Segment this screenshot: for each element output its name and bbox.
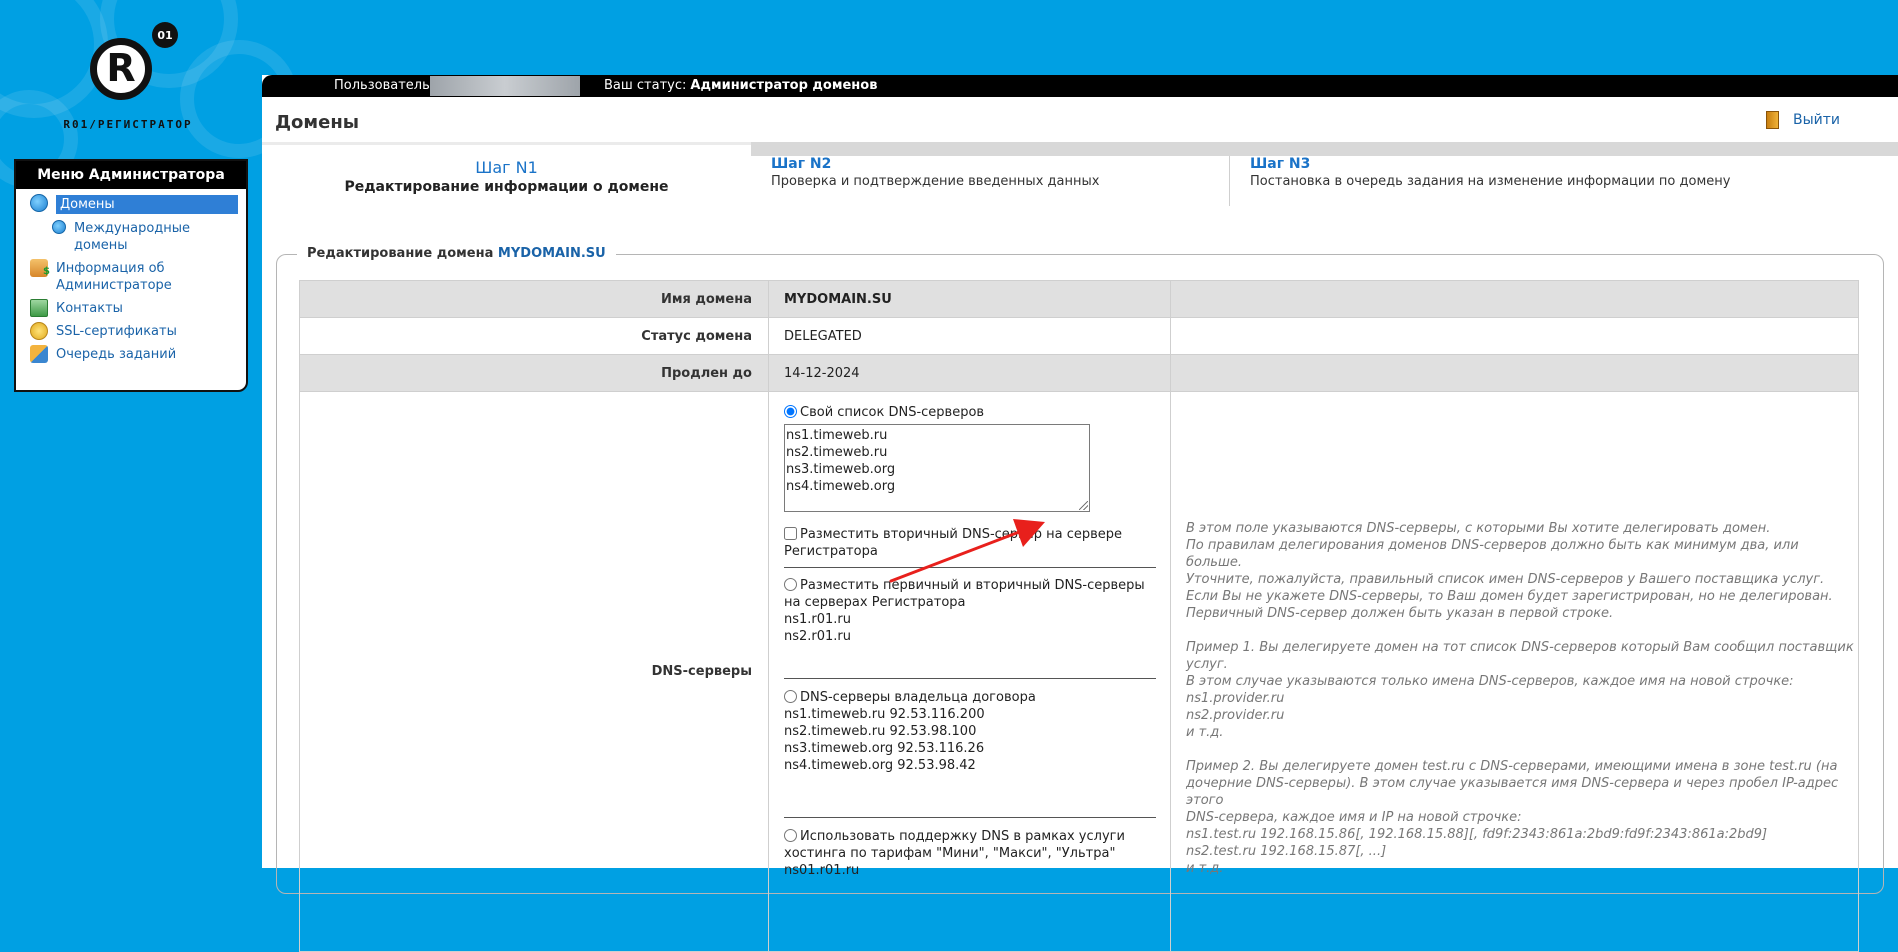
logo-caption: R01/РЕГИСТРАТОР xyxy=(63,118,193,131)
dns-servers-textarea[interactable]: ns1.timeweb.ru ns2.timeweb.ru ns3.timewe… xyxy=(784,424,1090,512)
step-3: Шаг N3 Постановка в очередь задания на и… xyxy=(1229,156,1898,206)
menu-item-contacts[interactable]: Контакты xyxy=(30,299,238,317)
menu-item-label: Международные домены xyxy=(74,221,191,253)
status-label: Ваш статус: xyxy=(604,78,687,93)
globe-icon xyxy=(52,220,66,234)
step-number: Шаг N2 xyxy=(771,156,832,172)
list-item: ns1.r01.ru xyxy=(784,612,852,627)
own-dns-label: Свой список DNS-серверов xyxy=(800,405,985,420)
menu-item-label: Информация об Администраторе xyxy=(56,261,172,293)
list-item: ns4.timeweb.org 92.53.98.42 xyxy=(784,758,976,773)
row-label: Продлен до xyxy=(299,354,769,392)
table-row: Продлен до 14-12-2024 xyxy=(299,354,1859,392)
dns-help-text: В этом поле указываются DNS-серверы, с к… xyxy=(1186,520,1856,894)
divider xyxy=(784,817,1156,818)
page-title: Домены xyxy=(275,112,360,133)
domain-name-value: MYDOMAIN.SU xyxy=(768,280,1171,318)
owner-dns-radio[interactable] xyxy=(784,690,797,703)
menu-item-international-domains[interactable]: Международные домены xyxy=(52,220,238,254)
door-icon xyxy=(1765,111,1779,129)
row-help xyxy=(1170,280,1859,318)
logout-link[interactable]: Выйти xyxy=(1765,111,1840,129)
hosting-dns-label: Использовать поддержку DNS в рамках услу… xyxy=(784,829,1125,861)
menu-item-label: Домены xyxy=(56,195,238,214)
logo-badge: 01 xyxy=(152,22,178,48)
owner-dns-label: DNS-серверы владельца договора xyxy=(800,690,1036,705)
menu-item-label: Контакты xyxy=(56,301,123,316)
table-row: Статус домена DELEGATED xyxy=(299,317,1859,355)
page-header: Домены Выйти xyxy=(262,97,1898,142)
fieldset-legend: Редактирование домена MYDOMAIN.SU xyxy=(297,246,616,261)
list-item: ns2.timeweb.ru 92.53.98.100 xyxy=(784,724,977,739)
help-paragraph: Пример 1. Вы делегируете домен на тот сп… xyxy=(1186,640,1854,740)
list-item: ns2.r01.ru xyxy=(784,629,852,644)
status-text: Ваш статус: Администратор доменов xyxy=(604,75,877,97)
table-row: Имя домена MYDOMAIN.SU xyxy=(299,280,1859,318)
own-dns-radio[interactable] xyxy=(784,405,797,418)
resize-grip-icon[interactable] xyxy=(1079,501,1088,510)
legend-domain: MYDOMAIN.SU xyxy=(497,246,606,261)
username-redacted xyxy=(430,76,580,96)
renewal-date-value: 14-12-2024 xyxy=(768,354,1171,392)
hosting-dns-radio[interactable] xyxy=(784,829,797,842)
steps-strip xyxy=(751,142,1898,156)
logout-label: Выйти xyxy=(1792,112,1840,128)
legend-prefix: Редактирование домена xyxy=(307,246,494,261)
user-status-bar: Пользователь: Ваш статус: Администратор д… xyxy=(262,75,1898,97)
user-icon xyxy=(30,259,50,280)
admin-menu: Меню Администратора Домены Международные… xyxy=(14,159,248,392)
row-label: Статус домена xyxy=(299,317,769,355)
queue-icon xyxy=(30,345,48,363)
wizard-steps: Шаг N1 Редактирование информации о домен… xyxy=(262,142,1898,206)
status-value: Администратор доменов xyxy=(690,78,878,93)
step-number: Шаг N3 xyxy=(1250,156,1311,172)
globe-icon xyxy=(30,194,48,212)
step-2: Шаг N2 Проверка и подтверждение введенны… xyxy=(751,156,1229,206)
help-paragraph: Пример 2. Вы делегируете домен test.ru с… xyxy=(1186,759,1839,876)
registrar-dns-radio[interactable] xyxy=(784,578,797,591)
domain-status-value: DELEGATED xyxy=(768,317,1171,355)
secondary-dns-checkbox[interactable] xyxy=(784,527,797,540)
hosting-dns-option[interactable]: Использовать поддержку DNS в рамках услу… xyxy=(784,828,1156,879)
row-label: Имя домена xyxy=(299,280,769,318)
list-item: ns3.timeweb.org 92.53.116.26 xyxy=(784,741,985,756)
admin-menu-title: Меню Администратора xyxy=(16,161,246,189)
logo-mark: R xyxy=(90,38,152,100)
menu-item-domains[interactable]: Домены xyxy=(30,194,238,214)
row-help xyxy=(1170,317,1859,355)
step-description: Редактирование информации о домене xyxy=(344,179,669,195)
own-dns-option[interactable]: Свой список DNS-серверов xyxy=(784,404,984,421)
help-paragraph: В этом поле указываются DNS-серверы, с к… xyxy=(1186,521,1833,621)
menu-item-ssl[interactable]: SSL-сертификаты xyxy=(30,322,238,340)
step-description: Постановка в очередь задания на изменени… xyxy=(1250,174,1731,189)
menu-item-task-queue[interactable]: Очередь заданий xyxy=(30,345,238,363)
list-item: ns01.r01.ru xyxy=(784,863,860,878)
step-1: Шаг N1 Редактирование информации о домен… xyxy=(262,142,751,206)
domain-form-table: Имя домена MYDOMAIN.SU Статус домена DEL… xyxy=(299,280,1859,952)
annotation-arrow-icon xyxy=(889,519,1045,583)
owner-dns-option[interactable]: DNS-серверы владельца договора ns1.timew… xyxy=(784,689,1156,774)
registrar-dns-option[interactable]: Разместить первичный и вторичный DNS-сер… xyxy=(784,577,1156,645)
lock-icon xyxy=(30,322,48,340)
step-description: Проверка и подтверждение введенных данны… xyxy=(771,174,1100,189)
list-item: ns1.timeweb.ru 92.53.116.200 xyxy=(784,707,985,722)
main-panel: Пользователь: Ваш статус: Администратор д… xyxy=(262,75,1898,952)
menu-item-label: Очередь заданий xyxy=(56,347,177,362)
contact-icon xyxy=(30,299,48,317)
step-number: Шаг N1 xyxy=(475,158,538,177)
divider xyxy=(784,678,1156,679)
registrar-logo[interactable]: R 01 R01/РЕГИСТРАТОР xyxy=(48,20,208,140)
menu-item-admin-info[interactable]: Информация об Администраторе xyxy=(30,259,238,294)
row-help xyxy=(1170,354,1859,392)
menu-item-label: SSL-сертификаты xyxy=(56,324,177,339)
user-label: Пользователь: xyxy=(334,78,435,93)
